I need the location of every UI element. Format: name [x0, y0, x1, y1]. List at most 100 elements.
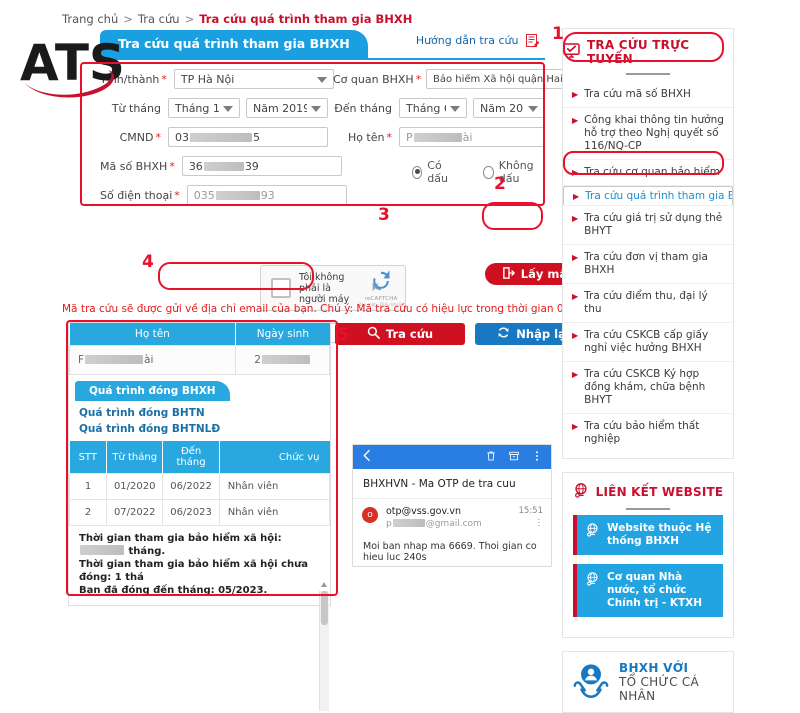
- scroll-up-arrow-icon[interactable]: [321, 582, 327, 587]
- field-phone-control: 035 93: [186, 185, 347, 205]
- detail-header-to: Đến tháng: [162, 441, 220, 474]
- field-from-month-control: Tháng 10 Năm 2019: [168, 98, 328, 118]
- field-fullname-control: Pài: [399, 127, 545, 147]
- agency-select[interactable]: Bảo hiểm Xã hội quận Hai Bà Trưng: [426, 69, 572, 89]
- breadcrumb-separator-2: >: [184, 12, 195, 26]
- sidebar-item-label: Tra cứu quá trình tham gia BHXH: [585, 189, 732, 202]
- to-month-select[interactable]: Tháng 6: [399, 98, 467, 118]
- person-dob-prefix: 2: [254, 354, 261, 366]
- field-to-month-label: Đến tháng: [334, 101, 392, 115]
- bullet-arrow-icon: ▶: [572, 116, 579, 125]
- sidebar-item-ma-so-bhxh[interactable]: ▶ Tra cứu mã số BHXH: [563, 82, 733, 108]
- process-tab-bhxh[interactable]: Quá trình đóng BHXH: [75, 381, 230, 401]
- field-province-label: Tỉnh/thành *: [100, 73, 174, 86]
- website-link-co-quan-nha-nuoc[interactable]: Cơ quan Nhà nước, tổ chức Chính trị - KT…: [573, 564, 723, 617]
- bullet-arrow-icon: ▶: [573, 191, 580, 201]
- globe-icon: [585, 571, 600, 590]
- detail-position: Nhân viên: [218, 499, 331, 526]
- agency-select-value: Bảo hiểm Xã hội quận Hai Bà Trưng: [433, 73, 563, 85]
- guide-link[interactable]: Hướng dẫn tra cứu: [416, 34, 540, 50]
- globe-icon: [585, 522, 600, 541]
- breadcrumb-home[interactable]: Trang chủ: [62, 12, 118, 26]
- tab-lookup-process[interactable]: Tra cứu quá trình tham gia BHXH: [100, 30, 368, 58]
- website-link-he-thong-bhxh[interactable]: Website thuộc Hệ thống BHXH: [573, 515, 723, 555]
- website-link-label: Website thuộc Hệ thống BHXH: [607, 522, 712, 547]
- result-scrollbar[interactable]: [319, 582, 329, 711]
- detail-stt: 1: [68, 473, 108, 500]
- field-bhxh-code-label-text: Mã số BHXH: [100, 159, 168, 173]
- cmnd-input[interactable]: 03 5: [168, 127, 328, 147]
- from-month-select-value: Tháng 10: [175, 101, 219, 115]
- email-row-more-icon[interactable]: ⋮: [519, 518, 544, 528]
- website-links-title-text: LIÊN KẾT WEBSITE: [595, 484, 724, 499]
- detail-stt: 2: [68, 499, 108, 526]
- result-summary: Thời gian tham gia bảo hiểm xã hội: thán…: [69, 526, 330, 605]
- sidebar-item-co-quan-bao-hiem[interactable]: ▶ Tra cứu cơ quan bảo hiểm: [563, 160, 733, 186]
- guide-icon: [526, 34, 540, 50]
- bhxh-code-input[interactable]: 36 39: [181, 156, 342, 176]
- field-phone-label: Số điện thoại *: [100, 189, 187, 202]
- trash-icon[interactable]: [485, 450, 497, 465]
- sidebar-item-qua-trinh-tham-gia-bhxh[interactable]: ▶ Tra cứu quá trình tham gia BHXH: [563, 186, 733, 206]
- archive-icon[interactable]: [508, 450, 520, 465]
- sidebar-item-diem-thu[interactable]: ▶ Tra cứu điểm thu, đại lý thu: [563, 284, 733, 323]
- province-select[interactable]: TP Hà Nội: [173, 69, 334, 89]
- bullet-arrow-icon: ▶: [572, 422, 579, 431]
- radio-khong-dau[interactable]: Không dấu: [483, 159, 545, 185]
- person-table: Họ tên Ngày sinh Fài 2: [68, 323, 330, 375]
- annotation-number-4: 4: [142, 252, 154, 272]
- sidebar-item-cskcb-hop-dong[interactable]: ▶ Tra cứu CSKCB Ký hợp đồng khám, chữa bệ…: [563, 362, 733, 414]
- annotation-number-3: 3: [378, 205, 390, 225]
- email-recipient-suffix: @gmail.com: [425, 519, 482, 529]
- field-phone-label-text: Số điện thoại: [100, 188, 173, 202]
- person-dob-masked: [261, 355, 310, 364]
- field-province: Tỉnh/thành * TP Hà Nội: [100, 69, 334, 89]
- fullname-masked: [413, 132, 462, 142]
- from-year-select-value: Năm 2019: [253, 101, 307, 115]
- detail-to: 06/2022: [162, 473, 220, 500]
- to-year-select[interactable]: Năm 2023: [473, 98, 545, 118]
- result-card: Họ tên Ngày sinh Fài 2 Quá trình đóng BH…: [68, 322, 331, 711]
- from-month-select[interactable]: Tháng 10: [168, 98, 240, 118]
- fullname-input[interactable]: Pài: [399, 127, 545, 147]
- process-tab-bhtnld[interactable]: Quá trình đóng BHTNLĐ: [69, 421, 330, 441]
- field-cmnd: CMND * 03 5: [100, 127, 328, 147]
- sidebar-item-label: Tra cứu đơn vị tham gia BHXH: [584, 251, 708, 276]
- field-agency: Cơ quan BHXH* Bảo hiểm Xã hội quận Hai B…: [333, 69, 572, 89]
- breadcrumb-section[interactable]: Tra cứu: [138, 12, 180, 26]
- sidebar-item-don-vi-tham-gia[interactable]: ▶ Tra cứu đơn vị tham gia BHXH: [563, 245, 733, 284]
- from-year-select[interactable]: Năm 2019: [246, 98, 328, 118]
- more-options-icon[interactable]: [531, 450, 543, 465]
- person-name-prefix: F: [78, 354, 85, 366]
- detail-header-position: Chức vụ: [219, 441, 330, 474]
- detail-table-header-row: STT Từ tháng Đến tháng Chức vụ: [69, 441, 330, 474]
- code-expiry-note: Mã tra cứu sẽ được gửi về địa chỉ email …: [62, 303, 602, 315]
- field-fullname: Họ tên * Pài: [333, 127, 545, 147]
- search-button[interactable]: Tra cứu: [335, 323, 465, 345]
- province-select-value: TP Hà Nội: [180, 72, 235, 86]
- sidebar-item-116-nqcp[interactable]: ▶ Công khai thông tin hưởng hỗ trợ theo N…: [563, 108, 733, 160]
- field-cmnd-label-text: CMND: [119, 130, 154, 144]
- sidebar-item-gia-tri-the-bhyt[interactable]: ▶ Tra cứu giá trị sử dụng thẻ BHYT: [563, 206, 733, 245]
- field-to-month: Đến tháng Tháng 6 Năm 2023: [333, 98, 545, 118]
- chevron-down-icon: [311, 106, 321, 112]
- title-divider: [626, 73, 670, 75]
- bhxh-code-masked: [203, 161, 244, 171]
- recaptcha-checkbox[interactable]: [271, 278, 291, 298]
- email-meta: 15:51 ⋮: [519, 506, 544, 528]
- online-lookup-title-text: TRA CỨU TRỰC TUYẾN: [587, 38, 690, 66]
- recaptcha-icon: [372, 269, 391, 291]
- sidebar-item-bao-hiem-that-nghiep[interactable]: ▶ Tra cứu bảo hiểm thất nghiệp: [563, 414, 733, 452]
- website-link-label: Cơ quan Nhà nước, tổ chức Chính trị - KT…: [607, 571, 703, 609]
- sidebar-item-label: Tra cứu cơ quan bảo hiểm: [584, 166, 720, 178]
- back-arrow-icon[interactable]: [361, 449, 374, 465]
- process-tab-bhtn[interactable]: Quá trình đóng BHTN: [69, 405, 330, 421]
- radio-co-dau[interactable]: Có dấu: [411, 159, 457, 185]
- bhxh-org-card[interactable]: BHXH VỚI TỔ CHỨC CÁ NHÂN: [562, 651, 734, 713]
- summary-line-1a: Thời gian tham gia bảo hiểm xã hội:: [79, 533, 282, 544]
- sidebar-item-cskcb-giay-nghi-viec[interactable]: ▶ Tra cứu CSKCB cấp giấy nghỉ việc hưởng …: [563, 323, 733, 362]
- scrollbar-thumb[interactable]: [321, 591, 328, 625]
- search-button-label: Tra cứu: [385, 327, 434, 341]
- phone-input[interactable]: 035 93: [186, 185, 347, 205]
- email-toolbar: [353, 445, 551, 469]
